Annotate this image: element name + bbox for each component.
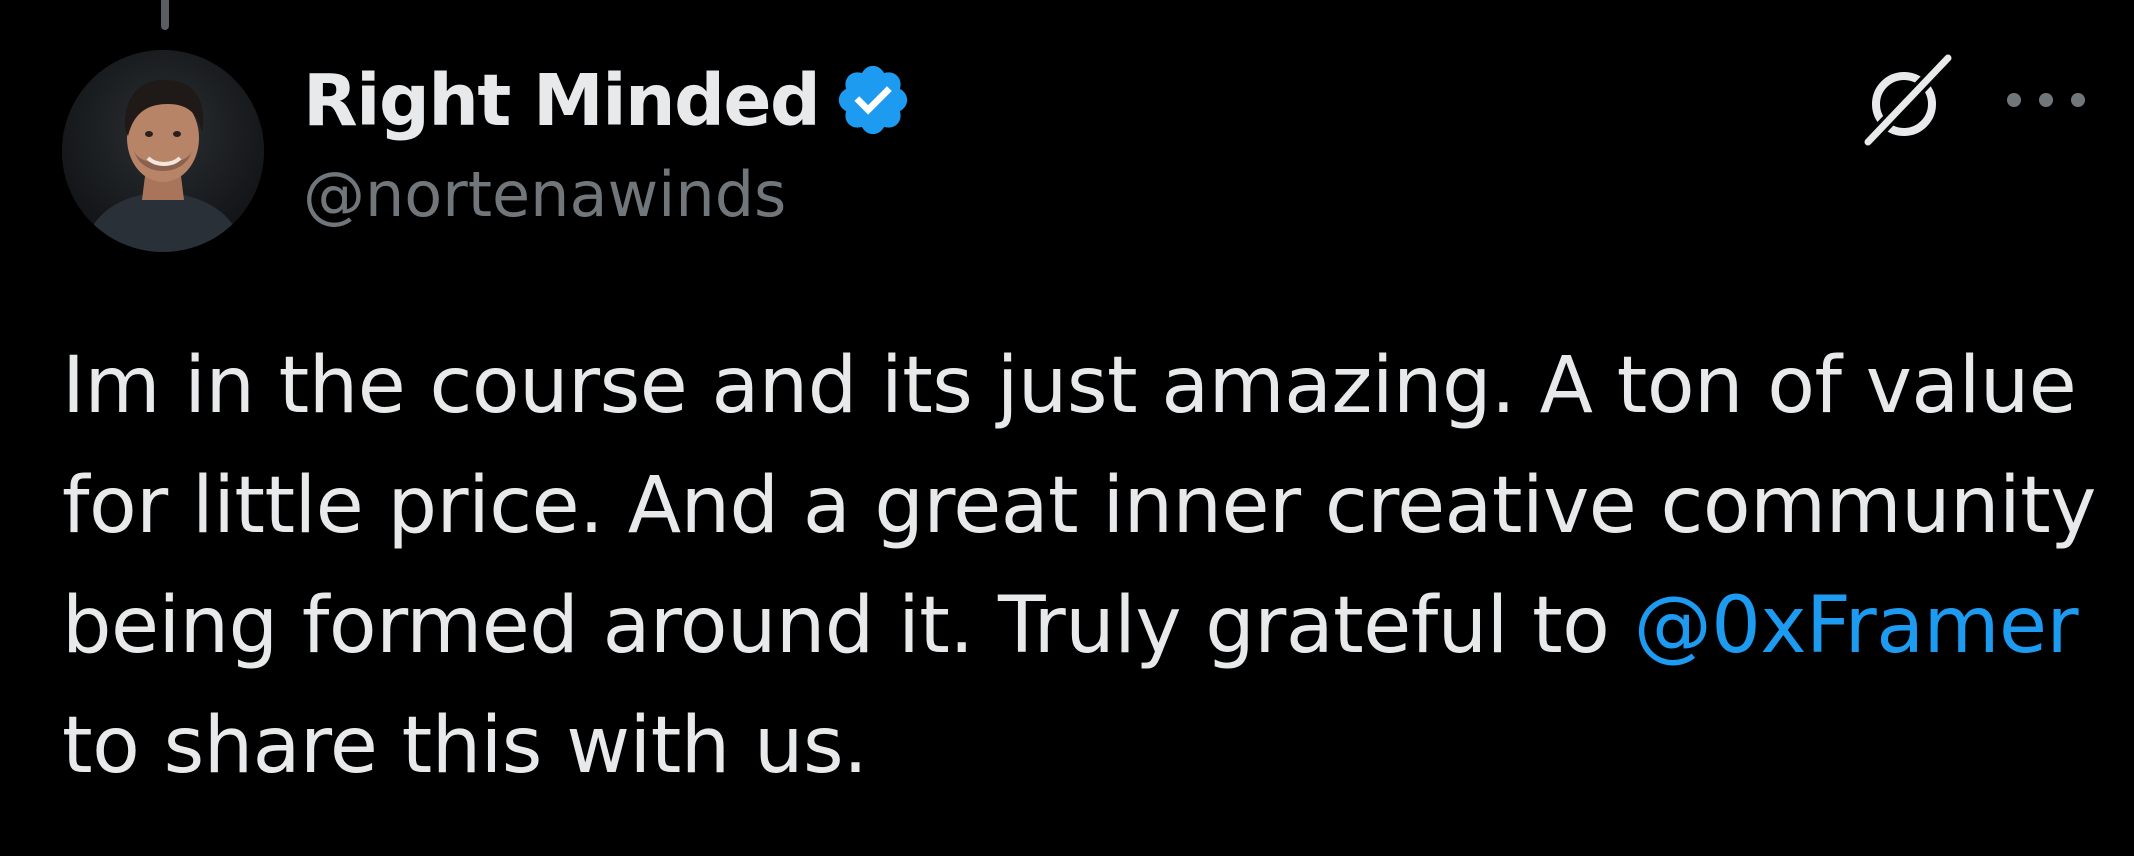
tweet-line: Im in the course and its just amazing. A… (62, 341, 2077, 431)
author-display-name[interactable]: Right Minded (303, 59, 821, 142)
author-handle[interactable]: @nortenawinds (303, 158, 786, 231)
more-options-icon[interactable] (1996, 72, 2096, 128)
tweet-line: being formed around it. Truly grateful t… (62, 566, 2082, 686)
thread-connector-line (161, 0, 169, 30)
avatar[interactable] (62, 50, 264, 252)
tweet-line: to share this with us. (62, 701, 868, 791)
grok-icon[interactable] (1856, 52, 1956, 152)
tweet-line-text: being formed around it. Truly grateful t… (62, 581, 1634, 671)
tweet-text: Im in the course and its just amazing. A… (62, 326, 2096, 806)
author-name-row: Right Minded (303, 54, 913, 146)
mention-link[interactable]: @0xFramer (1634, 581, 2079, 671)
tweet-line: for little price. And a great inner crea… (62, 461, 2096, 551)
avatar-image (62, 50, 264, 252)
verified-badge-icon[interactable] (833, 60, 913, 140)
